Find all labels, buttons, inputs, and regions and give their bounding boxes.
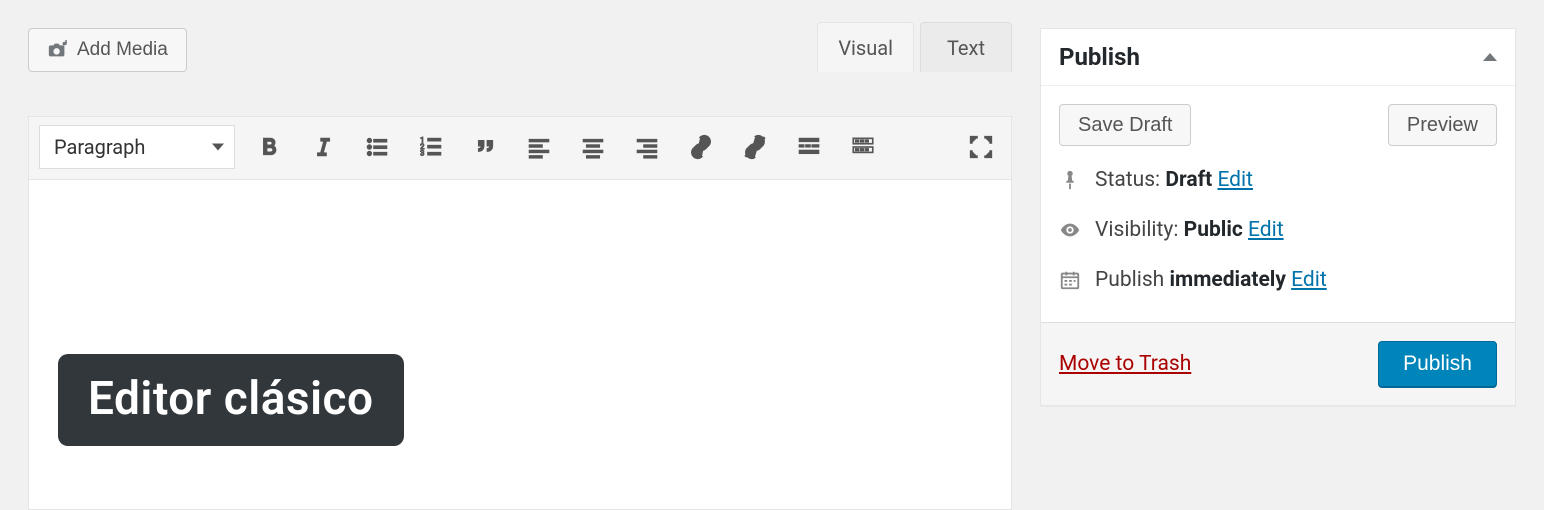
visibility-row: Visibility: Public Edit <box>1059 218 1497 242</box>
tab-visual-label: Visual <box>838 36 893 60</box>
schedule-edit-link[interactable]: Edit <box>1291 268 1327 292</box>
align-right-button[interactable] <box>627 127 667 167</box>
overlay-title-text: Editor clásico <box>88 372 374 426</box>
publish-title: Publish <box>1059 43 1140 71</box>
chevron-down-icon <box>212 144 224 151</box>
tab-text[interactable]: Text <box>920 22 1012 72</box>
pin-icon <box>1059 169 1081 191</box>
svg-text:3: 3 <box>420 149 424 158</box>
blockquote-button[interactable] <box>465 127 505 167</box>
format-select[interactable]: Paragraph <box>39 125 235 169</box>
preview-label: Preview <box>1407 114 1478 137</box>
publish-button[interactable]: Publish <box>1378 341 1497 387</box>
visibility-value: Public <box>1184 218 1243 242</box>
tab-visual[interactable]: Visual <box>817 22 914 72</box>
editor-frame: Paragraph 123 <box>28 116 1012 510</box>
editor-tabs: Visual Text <box>811 22 1012 72</box>
collapse-toggle-icon[interactable] <box>1483 53 1497 61</box>
bold-button[interactable] <box>249 127 289 167</box>
numbered-list-button[interactable]: 123 <box>411 127 451 167</box>
status-edit-link[interactable]: Edit <box>1217 168 1253 192</box>
editor-content-area[interactable] <box>29 179 1011 509</box>
overlay-title: Editor clásico <box>58 354 404 446</box>
add-media-button[interactable]: Add Media <box>28 28 187 72</box>
italic-button[interactable] <box>303 127 343 167</box>
schedule-value: immediately <box>1169 268 1285 292</box>
status-value: Draft <box>1165 168 1212 192</box>
schedule-row: Publish immediately Edit <box>1059 268 1497 292</box>
format-select-value: Paragraph <box>54 135 145 159</box>
eye-icon <box>1059 219 1081 241</box>
save-draft-label: Save Draft <box>1078 114 1172 137</box>
add-media-label: Add Media <box>77 39 168 61</box>
preview-button[interactable]: Preview <box>1388 104 1497 146</box>
align-left-button[interactable] <box>519 127 559 167</box>
move-to-trash-link[interactable]: Move to Trash <box>1059 352 1191 376</box>
schedule-label: Publish <box>1095 268 1164 292</box>
publish-button-label: Publish <box>1403 352 1472 375</box>
fullscreen-button[interactable] <box>961 127 1001 167</box>
toolbar-toggle-button[interactable] <box>843 127 883 167</box>
status-row: Status: Draft Edit <box>1059 168 1497 192</box>
publish-metabox: Publish Save Draft Preview Status: <box>1040 28 1516 406</box>
insert-link-button[interactable] <box>681 127 721 167</box>
align-center-button[interactable] <box>573 127 613 167</box>
editor-toolbar: Paragraph 123 <box>29 117 1011 179</box>
camera-music-icon <box>47 39 69 61</box>
calendar-icon <box>1059 269 1081 291</box>
tab-text-label: Text <box>947 36 985 60</box>
save-draft-button[interactable]: Save Draft <box>1059 104 1191 146</box>
visibility-label: Visibility: <box>1095 218 1178 242</box>
bullet-list-button[interactable] <box>357 127 397 167</box>
status-label: Status: <box>1095 168 1160 192</box>
visibility-edit-link[interactable]: Edit <box>1248 218 1284 242</box>
insert-more-button[interactable] <box>789 127 829 167</box>
unlink-button[interactable] <box>735 127 775 167</box>
